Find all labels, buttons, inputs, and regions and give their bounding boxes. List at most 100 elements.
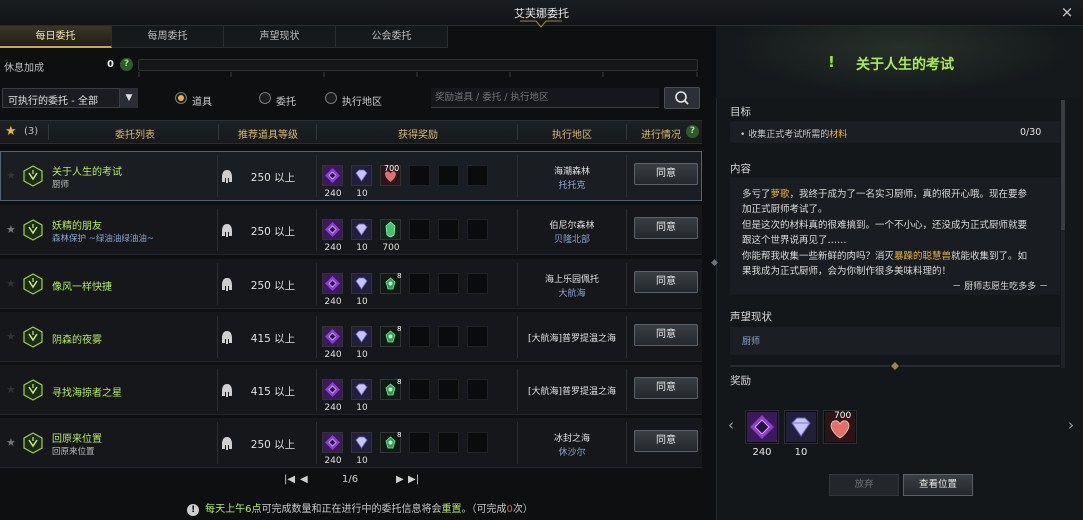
column-divider <box>217 155 218 197</box>
column-divider <box>626 155 627 197</box>
search-button[interactable] <box>664 87 700 109</box>
chevron-down-icon[interactable]: ▼ <box>119 88 138 108</box>
reward-slot[interactable] <box>351 165 372 186</box>
reward-badge: 700 <box>384 164 400 173</box>
rest-bonus-bar <box>138 59 698 71</box>
empty-reward-slot <box>438 219 459 240</box>
help-icon[interactable]: ? <box>686 125 699 138</box>
header-quest-list: 委托列表 <box>115 130 155 141</box>
agree-button[interactable]: 同意 <box>634 430 698 452</box>
reward-slot[interactable] <box>322 326 343 347</box>
help-icon[interactable]: ? <box>120 58 133 71</box>
empty-reward-slot <box>467 165 488 186</box>
reward-slot[interactable] <box>351 273 372 294</box>
reward-slot[interactable] <box>351 326 372 347</box>
purple-gem-icon <box>323 166 342 185</box>
diamond-icon <box>352 380 371 399</box>
purple-gem-icon <box>323 220 342 239</box>
reward-item-diamond[interactable] <box>784 410 818 444</box>
search-input[interactable] <box>431 88 659 108</box>
column-divider <box>626 422 627 464</box>
helmet-icon <box>222 170 232 183</box>
goal-bullet: • <box>740 130 746 140</box>
tab-guild[interactable]: 公会委托 <box>336 26 448 48</box>
empty-reward-slot <box>438 432 459 453</box>
detail-scrollbar-thumb[interactable] <box>1061 100 1065 230</box>
star-icon[interactable]: ★ <box>5 124 17 139</box>
radio-region[interactable] <box>325 92 337 104</box>
favorite-star-icon[interactable]: ★ <box>6 436 16 449</box>
location-region: 托托克 <box>558 181 586 191</box>
column-divider <box>217 209 218 251</box>
column-divider <box>316 209 317 251</box>
reward-slot[interactable] <box>322 379 343 400</box>
favorite-star-icon[interactable]: ★ <box>6 383 16 396</box>
next-page-icon[interactable]: ▶ <box>396 474 404 485</box>
reward-badge: 700 <box>834 411 852 421</box>
header-divider <box>316 124 317 140</box>
tab-reputation[interactable]: 声望现状 <box>224 26 336 48</box>
reward-slot[interactable] <box>322 165 343 186</box>
reward-count: 240 <box>324 403 342 413</box>
reward-item-purple-gem[interactable] <box>745 410 779 444</box>
first-page-icon[interactable]: |◀ <box>284 474 295 485</box>
radio-quest[interactable] <box>259 92 271 104</box>
empty-reward-slot <box>409 379 430 400</box>
agree-button[interactable]: 同意 <box>634 217 698 239</box>
reward-count: 240 <box>324 456 342 466</box>
empty-reward-slot <box>438 165 459 186</box>
reward-count: 240 <box>324 189 342 199</box>
quest-type-icon <box>22 273 44 295</box>
reward-prev-icon[interactable]: ‹ <box>728 416 734 434</box>
quest-hex-icon <box>23 379 43 401</box>
location-region: 贝隆北部 <box>553 235 590 245</box>
abandon-button[interactable]: 放弃 <box>829 474 899 496</box>
tab-weekly[interactable]: 每周委托 <box>112 26 224 48</box>
favorite-star-icon[interactable]: ★ <box>6 330 16 343</box>
reward-slot[interactable] <box>380 219 401 240</box>
reputation-item: 厨师 <box>742 337 761 347</box>
reward-item-heart[interactable]: 700 <box>823 410 857 444</box>
quest-type-icon <box>22 219 44 241</box>
quest-type-icon <box>22 165 44 187</box>
column-divider <box>626 316 627 358</box>
info-icon: ! <box>187 504 200 516</box>
header-progress: 进行情况 <box>641 130 681 141</box>
reward-slot[interactable] <box>351 432 372 453</box>
content-text: 你能帮我收集一些新鲜的肉吗？消灭 <box>742 251 895 262</box>
rest-bonus-value: 0 <box>107 59 114 70</box>
helmet-icon <box>222 278 232 291</box>
agree-button[interactable]: 同意 <box>634 324 698 346</box>
prev-page-icon[interactable]: ◀ <box>300 474 308 485</box>
reward-slot[interactable] <box>322 219 343 240</box>
agree-button[interactable]: 同意 <box>634 163 698 185</box>
quest-filter-select[interactable]: 可执行的委托 - 全部 <box>2 88 138 108</box>
favorite-star-icon[interactable]: ★ <box>6 169 16 182</box>
reward-slot[interactable] <box>322 273 343 294</box>
reward-count: 10 <box>356 243 368 253</box>
agree-button[interactable]: 同意 <box>634 377 698 399</box>
close-button[interactable]: × <box>1058 3 1076 21</box>
recommended-level: 250 以上 <box>250 172 296 184</box>
radio-item[interactable] <box>175 92 187 104</box>
recommended-level: 250 以上 <box>250 226 296 238</box>
view-location-button[interactable]: 查看位置 <box>903 474 973 496</box>
reward-slot[interactable] <box>351 379 372 400</box>
diamond-icon <box>352 433 371 452</box>
agree-button[interactable]: 同意 <box>634 271 698 293</box>
radio-item-label: 道具 <box>192 97 212 108</box>
monster-name: 暴躁的聪慧兽 <box>894 251 952 262</box>
reward-slot[interactable] <box>322 432 343 453</box>
favorite-star-icon[interactable]: ★ <box>6 223 16 236</box>
favorite-star-icon[interactable]: ★ <box>6 277 16 290</box>
last-page-icon[interactable]: ▶| <box>408 474 419 485</box>
tab-daily[interactable]: 每日委托 <box>0 26 112 48</box>
column-divider <box>316 155 317 197</box>
reward-next-icon[interactable]: › <box>1068 416 1074 434</box>
header-divider <box>48 124 49 140</box>
reward-count: 240 <box>324 243 342 253</box>
reward-slot[interactable] <box>351 219 372 240</box>
purple-gem-icon <box>323 327 342 346</box>
helmet-icon <box>222 224 232 237</box>
star-count: (3) <box>24 126 39 137</box>
